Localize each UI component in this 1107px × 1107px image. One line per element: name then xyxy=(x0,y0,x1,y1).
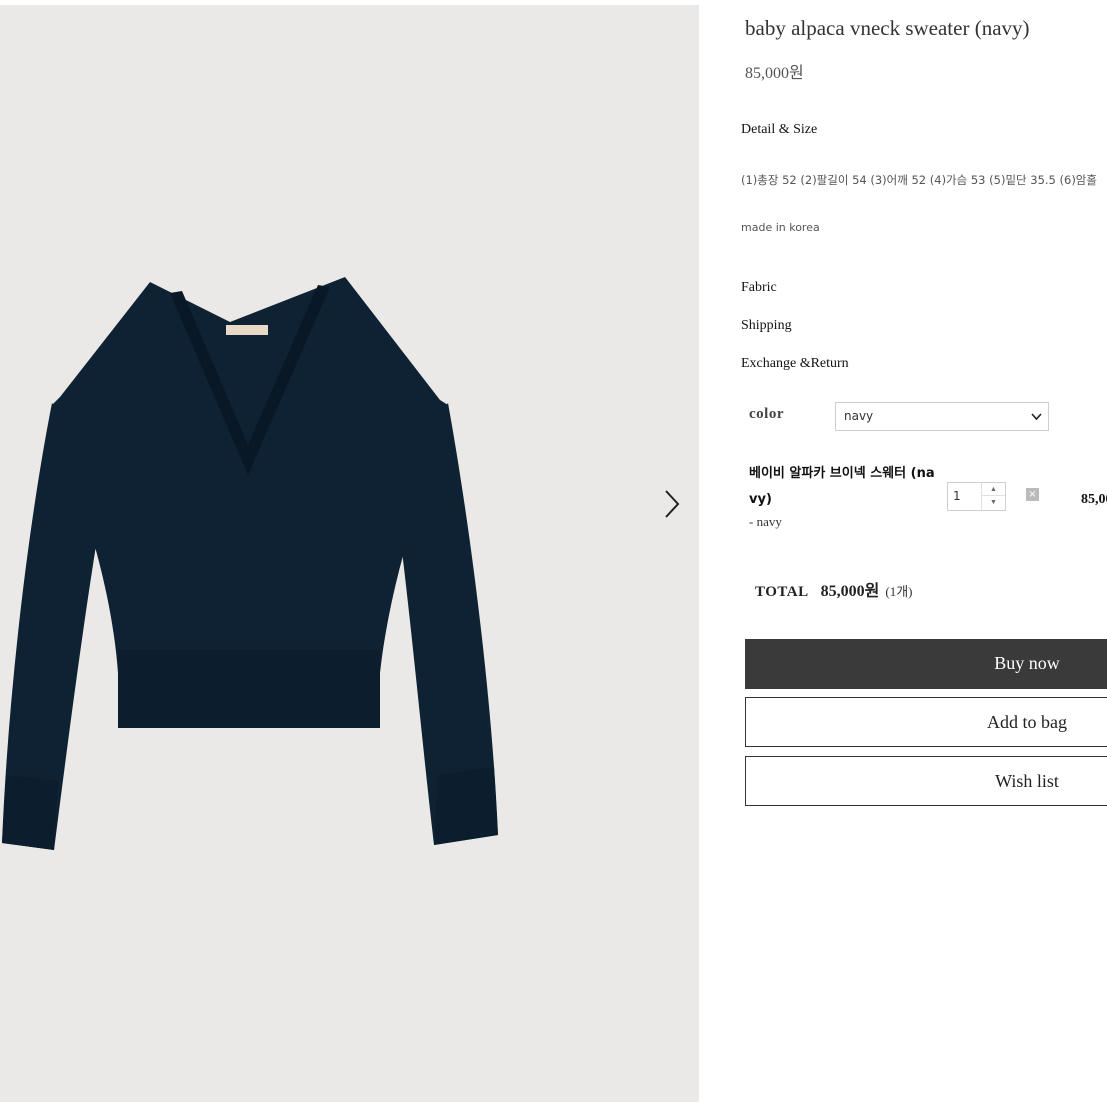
remove-item-button[interactable]: × xyxy=(1026,488,1039,501)
product-info: baby alpaca vneck sweater (navy) 85,000원… xyxy=(699,0,1107,1107)
quantity-stepper[interactable]: 1 ▲ ▼ xyxy=(947,482,1006,511)
caret-down-icon[interactable]: ▼ xyxy=(982,496,1005,509)
color-select-value: navy xyxy=(844,409,874,423)
sweater-photo xyxy=(0,5,699,1102)
add-to-bag-button[interactable]: Add to bag xyxy=(745,697,1107,747)
detail-size-text: (1)총장 52 (2)팔길이 54 (3)어깨 52 (4)가슴 53 (5)… xyxy=(741,173,1097,187)
product-price: 85,000원 xyxy=(745,65,804,82)
made-in-text: made in korea xyxy=(741,221,820,234)
fabric-heading[interactable]: Fabric xyxy=(741,280,777,296)
selected-item-name: 베이비 알파카 브이넥 스웨터 (navy) xyxy=(749,466,935,507)
product-image xyxy=(0,5,699,1102)
chevron-right-icon[interactable] xyxy=(658,487,686,521)
color-select[interactable]: navy xyxy=(835,402,1049,431)
wish-list-button[interactable]: Wish list xyxy=(745,756,1107,806)
quantity-value[interactable]: 1 xyxy=(953,489,961,503)
selected-item-variant: - navy xyxy=(749,514,782,529)
chevron-down-icon xyxy=(1031,403,1042,440)
buy-now-button[interactable]: Buy now xyxy=(745,639,1107,689)
total-summary: TOTAL 85,000원 (1개) xyxy=(755,577,913,601)
total-label: TOTAL xyxy=(755,584,809,600)
detail-size-heading[interactable]: Detail & Size xyxy=(741,122,817,138)
total-amount: 85,000원 xyxy=(820,583,880,600)
quantity-spinner: ▲ ▼ xyxy=(981,483,1005,510)
caret-up-icon[interactable]: ▲ xyxy=(982,483,1005,496)
shipping-heading[interactable]: Shipping xyxy=(741,318,792,334)
color-label: color xyxy=(749,406,784,422)
exchange-return-heading[interactable]: Exchange &Return xyxy=(741,356,849,372)
product-title: baby alpaca vneck sweater (navy) xyxy=(745,16,1030,40)
buy-now-label: Buy now xyxy=(994,653,1060,673)
total-count: (1개) xyxy=(885,584,913,599)
add-to-bag-label: Add to bag xyxy=(987,712,1067,732)
wish-list-label: Wish list xyxy=(995,771,1059,791)
selected-item-price: 85,000원 xyxy=(1081,492,1107,507)
